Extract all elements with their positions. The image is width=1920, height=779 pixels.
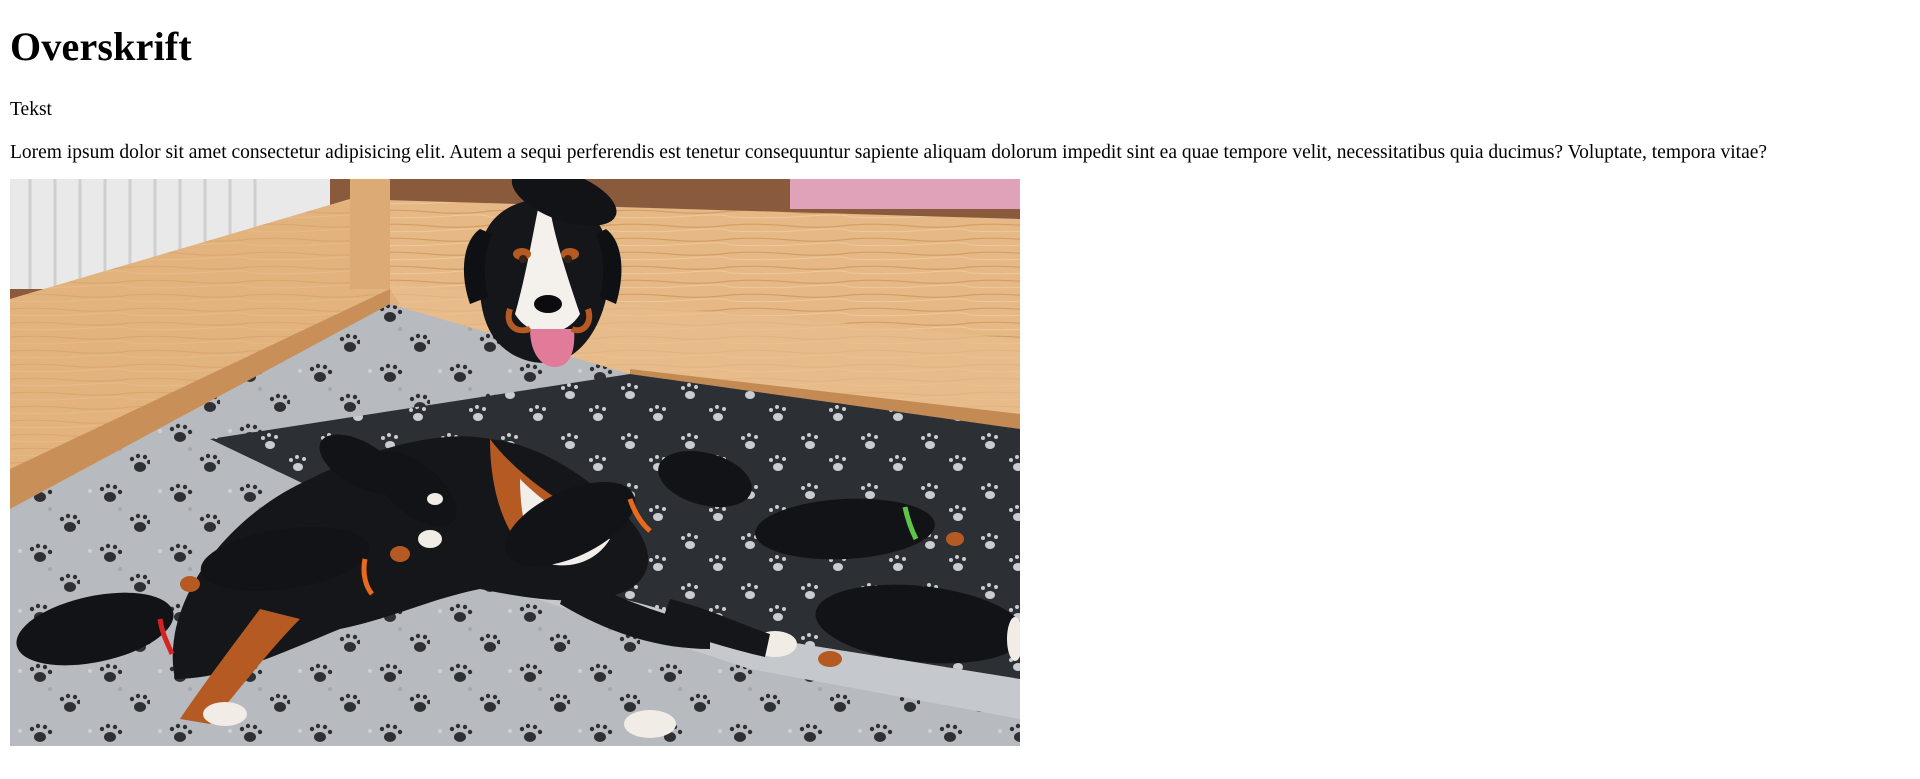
page: Overskrift Tekst Lorem ipsum dolor sit a… [0,0,1920,746]
dog-with-puppies-photo [10,179,1020,746]
page-heading: Overskrift [10,24,192,69]
subheading-text: Tekst [10,99,52,120]
body-paragraph: Lorem ipsum dolor sit amet consectetur a… [10,142,1768,163]
